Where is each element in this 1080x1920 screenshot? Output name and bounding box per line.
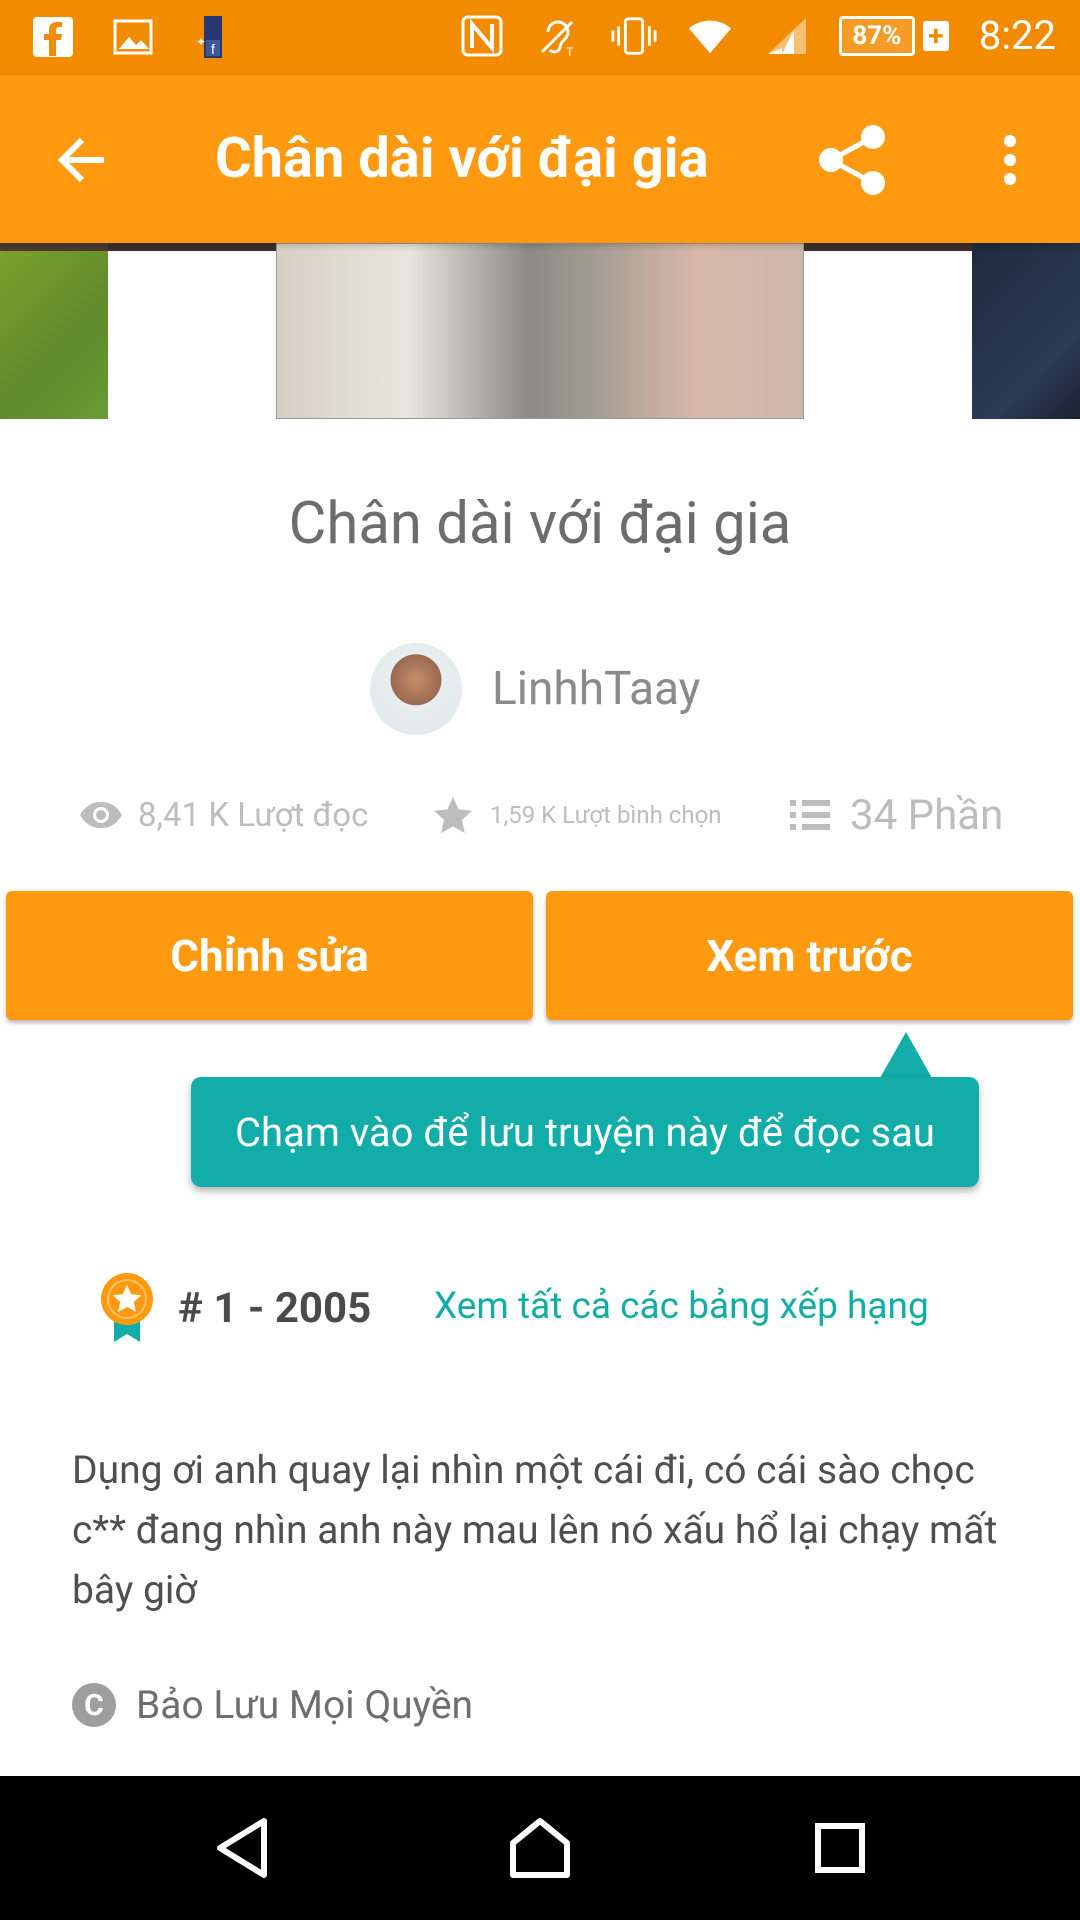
battery-icon: 87% + <box>838 15 949 56</box>
square-recents-icon <box>815 1823 865 1873</box>
parts-stat: 34 Phần <box>790 785 1003 845</box>
story-title: Chân dài với đại gia <box>288 490 792 558</box>
battery-percent: 87% <box>838 15 915 56</box>
votes-count: 1,59 K Lượt bình chọn <box>490 801 722 829</box>
facebook-thumbnail-icon: f ✦ <box>190 14 236 60</box>
wifi-icon <box>687 13 733 59</box>
nfc-icon <box>459 13 505 59</box>
vibrate-icon <box>611 13 657 59</box>
rank-label: # 1 - 2005 <box>178 1283 372 1333</box>
hearing-aid-icon: T <box>535 13 581 59</box>
cover-image[interactable] <box>276 243 804 419</box>
star-icon <box>432 795 474 835</box>
preview-button[interactable]: Xem trước <box>546 891 1073 1020</box>
app-bar-title: Chân dài với đại gia <box>215 125 709 191</box>
story-description: Dụng ơi anh quay lại nhìn một cái đi, có… <box>72 1447 998 1613</box>
medal-icon <box>98 1272 156 1344</box>
save-tooltip[interactable]: Chạm vào để lưu truyện này để đọc sau <box>191 1077 979 1187</box>
nav-recents-button[interactable] <box>795 1806 885 1890</box>
gallery-icon <box>110 14 156 60</box>
cover-previous[interactable] <box>0 243 108 419</box>
cover-spacer <box>108 243 276 419</box>
eye-icon <box>78 800 124 830</box>
author-avatar[interactable] <box>370 643 462 735</box>
tooltip-arrow <box>880 1032 932 1078</box>
story-stats: 8,41 K Lượt đọc 1,59 K Lượt bình chọn 34… <box>0 785 1080 845</box>
ranking-row: # 1 - 2005 <box>98 1272 371 1344</box>
share-button[interactable] <box>808 120 898 200</box>
copyright-text: Bảo Lưu Mọi Quyền <box>136 1682 474 1728</box>
share-icon <box>819 125 885 195</box>
cover-next[interactable] <box>972 243 1080 419</box>
battery-charging-plus: + <box>922 20 949 51</box>
view-all-rankings-link[interactable]: Xem tất cả các bảng xếp hạng <box>434 1285 929 1328</box>
svg-text:T: T <box>566 45 574 58</box>
svg-text:✦: ✦ <box>196 35 206 49</box>
clock: 8:22 <box>978 12 1056 59</box>
status-bar: f ✦ T 87% + 8:22 <box>0 0 1080 75</box>
more-vertical-icon <box>1004 135 1016 185</box>
back-button[interactable] <box>42 125 122 195</box>
triangle-back-icon <box>217 1818 267 1878</box>
system-nav-bar <box>0 1776 1080 1920</box>
signal-icon <box>763 13 809 59</box>
more-options-button[interactable] <box>980 120 1040 200</box>
home-icon <box>510 1818 570 1878</box>
facebook-icon <box>30 14 76 60</box>
cover-carousel[interactable] <box>0 243 1080 419</box>
copyright-icon: C <box>72 1683 116 1727</box>
reads-stat: 8,41 K Lượt đọc <box>78 785 368 845</box>
list-icon <box>790 798 830 832</box>
status-bar-notifications: f ✦ <box>30 14 236 60</box>
parts-count: 34 Phần <box>850 790 1004 840</box>
app-bar: Chân dài với đại gia <box>0 75 1080 243</box>
nav-back-button[interactable] <box>197 1806 287 1890</box>
status-bar-system: T 87% + 8:22 <box>459 12 1056 59</box>
copyright-row: C Bảo Lưu Mọi Quyền <box>72 1680 473 1730</box>
votes-stat: 1,59 K Lượt bình chọn <box>432 785 722 845</box>
cover-spacer <box>804 243 972 419</box>
reads-count: 8,41 K Lượt đọc <box>138 795 369 835</box>
author-row[interactable]: LinhhTaay <box>370 643 700 735</box>
edit-button[interactable]: Chỉnh sửa <box>6 891 533 1020</box>
nav-home-button[interactable] <box>495 1806 585 1890</box>
author-name[interactable]: LinhhTaay <box>492 662 700 716</box>
arrow-left-icon <box>57 137 104 183</box>
svg-text:f: f <box>211 41 215 57</box>
